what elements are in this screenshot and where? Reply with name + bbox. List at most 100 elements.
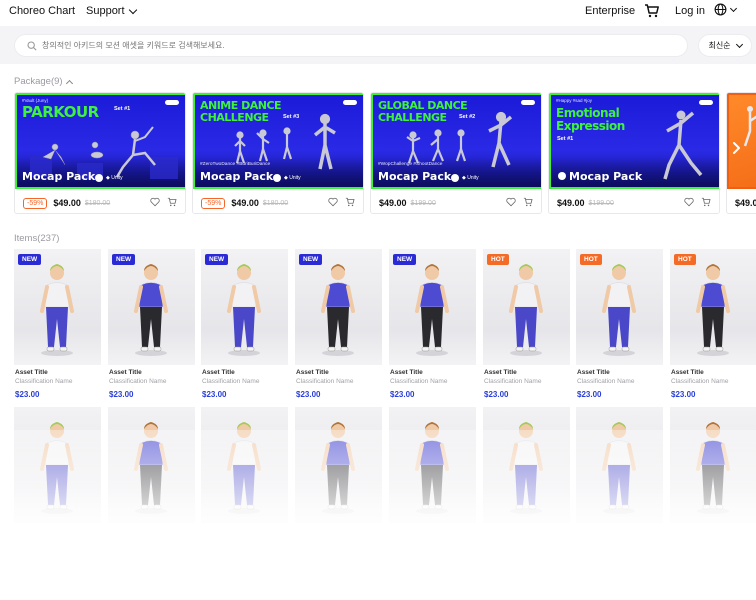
heart-icon[interactable] — [684, 197, 694, 207]
package-old-price: $180.00 — [262, 199, 289, 207]
add-to-cart-icon[interactable] — [167, 197, 177, 207]
item-badge: NEW — [112, 254, 136, 265]
package-card[interactable]: GLOBAL DANCE CHALLENGE Set #2 #WopChalle… — [370, 92, 542, 214]
package-heading[interactable]: Package(9) — [14, 76, 73, 87]
package-old-price: $199.00 — [588, 199, 614, 207]
heart-icon[interactable] — [328, 197, 338, 207]
item-thumbnail — [576, 407, 663, 523]
item-badge: NEW — [393, 254, 417, 265]
package-footer: -59% $49.00 $180.00 — [15, 191, 185, 213]
package-banner: #Happy #sad #joy Emotional Expression Se… — [549, 93, 719, 189]
item-classification: Classification Name — [109, 378, 167, 385]
engine-logos: ◆ Unity — [95, 174, 123, 182]
search-icon — [27, 40, 37, 51]
chevron-down-icon — [735, 40, 743, 48]
item-title: Asset Title — [671, 369, 704, 376]
add-to-cart-icon[interactable] — [701, 197, 711, 207]
chevron-up-icon — [65, 79, 73, 87]
brand-pill — [343, 100, 357, 105]
item-thumbnail — [295, 407, 382, 523]
item-price: $23.00 — [202, 390, 227, 399]
item-classification: Classification Name — [15, 378, 73, 385]
items-heading-label: Items(237) — [14, 233, 60, 244]
item-badge: NEW — [299, 254, 323, 265]
engine-logos: ◆ Unity — [451, 174, 479, 182]
package-hashtags: #ZeroTwoDance #BuriBuriDance — [200, 162, 271, 167]
package-price: $49.00 — [231, 198, 259, 208]
item-thumbnail — [389, 407, 476, 523]
discount-badge: -59% — [201, 197, 226, 209]
item-thumbnail: NEW — [295, 249, 382, 365]
item-classification: Classification Name — [202, 378, 260, 385]
package-card[interactable]: Anime DANCE CHALLENGE Set #3 #ZeroTwoDan… — [192, 92, 364, 214]
item-classification: Classification Name — [296, 378, 354, 385]
item-badge: HOT — [580, 254, 602, 265]
cart-icon[interactable] — [644, 3, 660, 19]
heart-icon[interactable] — [150, 197, 160, 207]
item-title: Asset Title — [296, 369, 329, 376]
package-title: PARKOUR — [22, 103, 99, 121]
package-card[interactable]: #Happy #sad #joy Emotional Expression Se… — [548, 92, 720, 214]
package-price: $49.00 — [379, 198, 407, 208]
language-selector[interactable] — [714, 3, 738, 16]
package-old-price: $180.00 — [84, 199, 111, 207]
package-footer: $49.0 — [727, 191, 756, 213]
enterprise-link[interactable]: Enterprise — [585, 5, 635, 17]
item-price: $23.00 — [577, 390, 602, 399]
site-logo[interactable]: Choreo Chart — [9, 5, 75, 17]
package-card[interactable]: #Vault (Juny) PARKOUR Set #1 Mocap Pack … — [14, 92, 186, 214]
package-old-price: $199.00 — [410, 199, 436, 207]
package-footer: $49.00 $199.00 — [549, 191, 719, 213]
item-classification: Classification Name — [390, 378, 448, 385]
chevron-down-icon — [729, 4, 738, 12]
item-badge: HOT — [487, 254, 509, 265]
support-label: Support — [86, 5, 125, 17]
top-nav: Choreo Chart Support Enterprise Log in — [0, 0, 756, 24]
heart-icon[interactable] — [506, 197, 516, 207]
package-tag: #Happy #sad #joy — [556, 98, 593, 103]
search-box[interactable] — [14, 34, 688, 57]
item-title: Asset Title — [390, 369, 423, 376]
item-price: $23.00 — [15, 390, 40, 399]
support-menu[interactable]: Support — [86, 5, 137, 17]
unity-logo-icon: ◆ Unity — [462, 175, 479, 181]
carousel-next-icon[interactable] — [729, 141, 743, 155]
globe-icon — [714, 3, 727, 16]
item-price: $23.00 — [671, 390, 696, 399]
item-thumbnail — [201, 407, 288, 523]
items-heading: Items(237) — [14, 233, 59, 244]
sort-dropdown[interactable]: 최신순 — [698, 34, 752, 57]
package-banner: Anime DANCE CHALLENGE Set #3 #ZeroTwoDan… — [193, 93, 363, 189]
package-price: $49.0 — [735, 198, 756, 208]
package-price: $49.00 — [53, 198, 81, 208]
sort-label: 최신순 — [708, 41, 731, 50]
package-set: Set #1 — [114, 106, 131, 112]
item-thumbnail: HOT — [576, 249, 663, 365]
unreal-logo-icon — [451, 174, 459, 182]
add-to-cart-icon[interactable] — [523, 197, 533, 207]
item-thumbnail — [670, 407, 756, 523]
mocap-label: Mocap Pack — [378, 170, 452, 183]
item-price: $23.00 — [484, 390, 509, 399]
search-band: 최신순 — [0, 26, 756, 64]
dancer-figure — [663, 110, 703, 180]
item-thumbnail — [483, 407, 570, 523]
unreal-logo-icon — [273, 174, 281, 182]
item-thumbnail: HOT — [483, 249, 570, 365]
engine-logos: ◆ Unity — [273, 174, 301, 182]
item-price: $23.00 — [296, 390, 321, 399]
package-banner: #Vault (Juny) PARKOUR Set #1 Mocap Pack … — [15, 93, 185, 189]
unity-logo-icon: ◆ Unity — [284, 175, 301, 181]
discount-badge: -59% — [23, 197, 48, 209]
package-banner: GLOBAL DANCE CHALLENGE Set #2 #WopChalle… — [371, 93, 541, 189]
search-input[interactable] — [42, 41, 642, 50]
brand-pill — [165, 100, 179, 105]
item-title: Asset Title — [484, 369, 517, 376]
item-thumbnail: NEW — [389, 249, 476, 365]
mocap-label: Mocap Pack — [22, 170, 96, 183]
unreal-logo-icon — [558, 172, 566, 180]
login-link[interactable]: Log in — [675, 5, 705, 17]
item-badge: NEW — [18, 254, 42, 265]
package-carousel: #Vault (Juny) PARKOUR Set #1 Mocap Pack … — [14, 92, 756, 216]
add-to-cart-icon[interactable] — [345, 197, 355, 207]
